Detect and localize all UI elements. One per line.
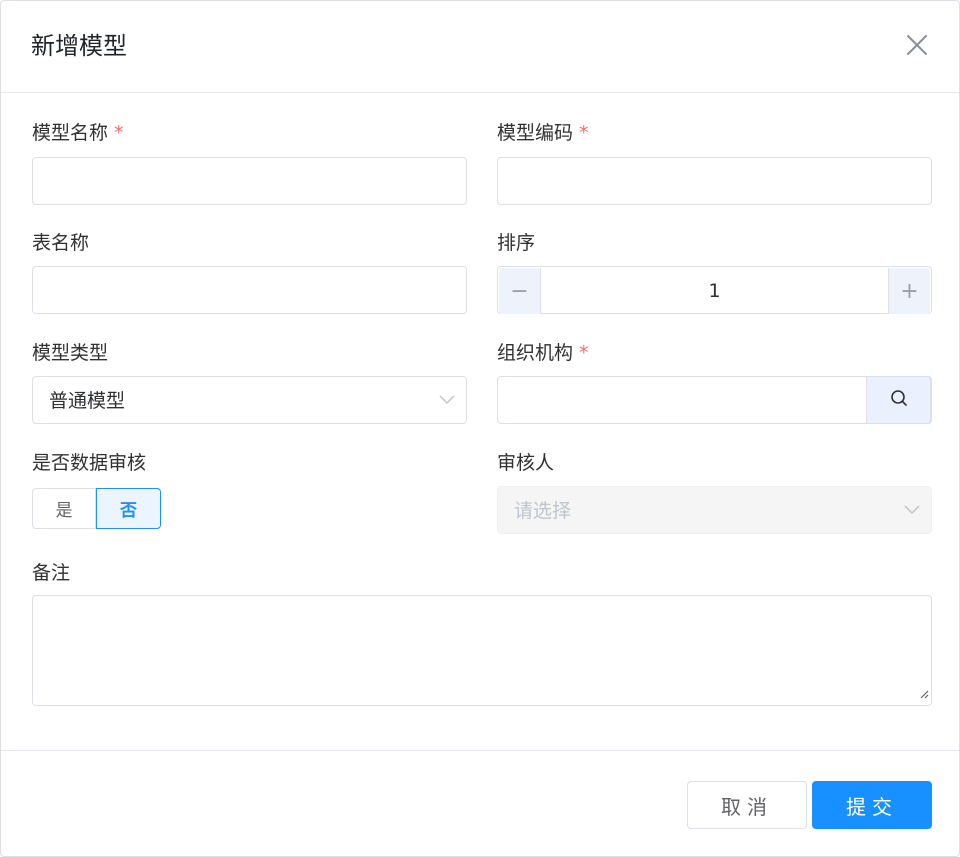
model-name-label: 模型名称 * (32, 120, 124, 146)
footer-divider (1, 750, 959, 751)
chevron-down-icon (438, 391, 456, 413)
close-icon[interactable] (901, 29, 933, 61)
required-mark: * (114, 122, 124, 144)
submit-button[interactable]: 提交 (812, 781, 932, 829)
reviewer-select[interactable]: 请选择 (497, 486, 932, 534)
resize-handle-icon[interactable] (919, 684, 929, 703)
reviewer-label: 审核人 (497, 452, 555, 474)
cancel-button[interactable]: 取消 (687, 781, 807, 829)
table-name-input[interactable] (32, 266, 467, 314)
model-type-label: 模型类型 (32, 342, 109, 364)
audit-option-yes[interactable]: 是 (32, 488, 96, 529)
dialog-title: 新增模型 (31, 32, 127, 60)
chevron-down-icon (903, 501, 921, 523)
dialog-header: 新增模型 (1, 1, 959, 93)
model-code-label: 模型编码 * (497, 120, 589, 146)
required-mark: * (579, 342, 589, 364)
sort-value[interactable]: 1 (542, 278, 887, 304)
search-icon (889, 388, 909, 412)
model-type-value: 普通模型 (49, 390, 126, 412)
audit-label: 是否数据审核 (32, 452, 147, 474)
audit-option-no[interactable]: 否 (96, 488, 161, 529)
org-input[interactable] (497, 376, 932, 424)
org-label: 组织机构 * (497, 340, 589, 366)
model-name-input[interactable] (32, 157, 467, 205)
add-model-dialog: 新增模型 模型名称 * 模型编码 * 表名称 排序 − 1 + 模型类型 普通模型 … (0, 0, 960, 857)
sort-number-input: − 1 + (497, 266, 932, 314)
org-label-text: 组织机构 (497, 342, 574, 364)
reviewer-placeholder: 请选择 (514, 500, 572, 522)
sort-label: 排序 (497, 232, 536, 254)
remark-textarea[interactable] (32, 595, 932, 706)
model-name-label-text: 模型名称 (32, 122, 109, 144)
decrement-button[interactable]: − (499, 268, 541, 314)
model-code-label-text: 模型编码 (497, 122, 574, 144)
remark-label: 备注 (32, 562, 71, 584)
table-name-label: 表名称 (32, 232, 90, 254)
org-search-button[interactable] (866, 376, 931, 424)
increment-button[interactable]: + (888, 268, 930, 314)
audit-radio-group: 是 否 (32, 488, 161, 529)
required-mark: * (579, 122, 589, 144)
model-code-input[interactable] (497, 157, 932, 205)
model-type-select[interactable]: 普通模型 (32, 376, 467, 424)
